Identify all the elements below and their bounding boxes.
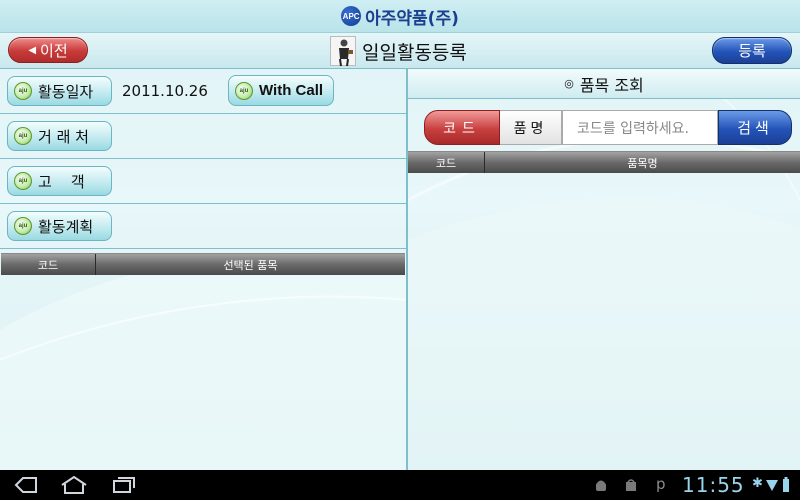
right-panel: ◎ 품목 조회 코드 품명 코드를 입력하세요. 검색 코드 품목명 (408, 69, 800, 470)
client-button[interactable]: aju 거 래 처 (7, 121, 112, 151)
column-header-selected-item: 선택된 품목 (95, 254, 405, 275)
search-by-code-tab[interactable]: 코드 (424, 110, 500, 145)
person-icon (330, 36, 356, 67)
android-debug-icon (596, 480, 606, 491)
clock: 11:55 (682, 473, 745, 497)
brand-bar: APC 아주약품(주) (0, 0, 800, 33)
search-by-name-tab[interactable]: 품명 (500, 110, 562, 145)
back-nav-icon[interactable] (14, 476, 38, 494)
selected-items-table-header: 코드 선택된 품목 (1, 253, 405, 275)
home-nav-icon[interactable] (60, 476, 88, 494)
search-input[interactable]: 코드를 입력하세요. (562, 110, 718, 145)
activity-date-value: 2011.10.26 (122, 82, 208, 100)
client-label: 거 래 처 (38, 127, 89, 146)
page-title: 일일활동등록 (362, 41, 467, 64)
aju-badge-icon: aju (14, 217, 32, 235)
activity-plan-row: aju 활동계획 (0, 204, 407, 249)
activity-date-row: aju 활동일자 2011.10.26 aju With Call (0, 69, 407, 114)
title-bar: ◀ 이전 일일활동등록 등록 (0, 33, 800, 69)
left-panel: aju 활동일자 2011.10.26 aju With Call aju 거 … (0, 69, 407, 470)
activity-plan-button[interactable]: aju 활동계획 (7, 211, 112, 241)
p-status-icon: p (656, 475, 666, 493)
column-header-code: 코드 (37, 258, 59, 272)
search-controls: 코드 품명 코드를 입력하세요. 검색 (424, 110, 800, 145)
page-title-group: 일일활동등록 (330, 35, 467, 67)
client-row: aju 거 래 처 (0, 114, 407, 159)
shopping-bag-icon (626, 479, 636, 491)
search-button[interactable]: 검색 (718, 110, 792, 145)
recent-apps-icon[interactable] (112, 476, 136, 494)
activity-date-button[interactable]: aju 활동일자 (7, 76, 112, 106)
battery-icon (783, 477, 789, 492)
customer-button[interactable]: aju 고 객 (7, 166, 112, 196)
with-call-label: With Call (259, 82, 324, 99)
customer-row: aju 고 객 (0, 159, 407, 204)
customer-label: 고 객 (38, 172, 85, 191)
brand-name: 아주약품(주) (365, 8, 459, 29)
aju-badge-icon: aju (14, 172, 32, 190)
wifi-icon (766, 480, 778, 491)
back-button-label: 이전 (40, 41, 68, 60)
with-call-button[interactable]: aju With Call (228, 75, 334, 106)
bullet-icon: ◎ (564, 77, 574, 90)
aju-badge-icon: aju (14, 82, 32, 100)
bluetooth-icon: ✱ (752, 476, 763, 491)
aju-badge-icon: aju (14, 127, 32, 145)
item-search-title-bar: ◎ 품목 조회 (408, 69, 800, 99)
activity-date-label: 활동일자 (38, 82, 94, 101)
column-header-item-name: 품목명 (484, 152, 800, 173)
brand: APC 아주약품(주) (341, 4, 459, 29)
brand-logo-icon: APC (341, 6, 362, 26)
item-list-table-header: 코드 품목명 (408, 151, 800, 173)
item-search-title: 품목 조회 (579, 75, 644, 95)
system-navigation-bar: p 11:55 ✱ (0, 470, 800, 500)
register-button[interactable]: 등록 (712, 37, 792, 64)
aju-badge-icon: aju (235, 81, 253, 100)
column-header-code: 코드 (435, 156, 457, 170)
back-button[interactable]: ◀ 이전 (8, 37, 88, 63)
activity-plan-label: 활동계획 (38, 217, 94, 236)
back-arrow-icon: ◀ (28, 44, 37, 56)
